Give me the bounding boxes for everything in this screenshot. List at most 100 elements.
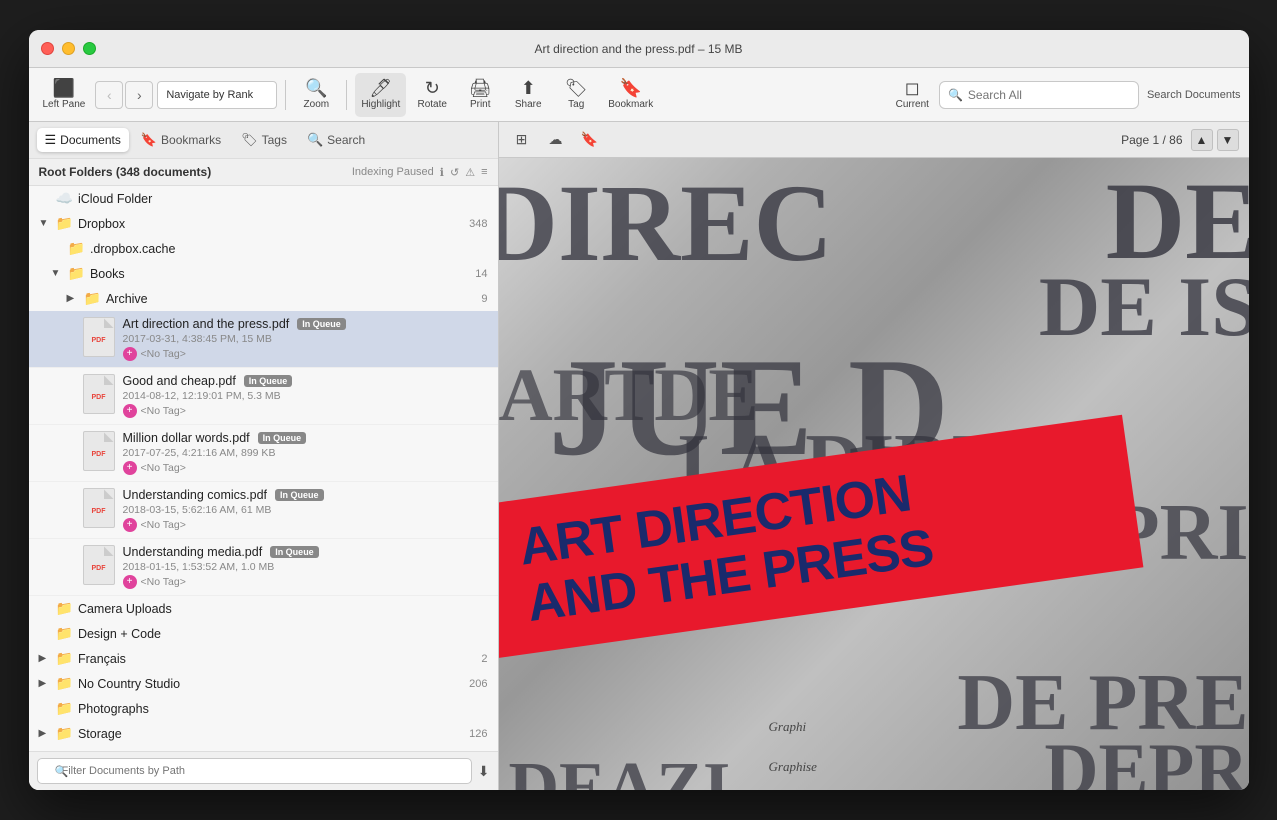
tags-tab-icon: 🏷 (241, 132, 258, 148)
tag-plus-icon-3[interactable]: + (123, 461, 137, 475)
bookmark-label: Bookmark (608, 99, 653, 110)
filter-funnel-icon[interactable]: ⬇ (478, 763, 490, 780)
sidebar-content: ☁️ iCloud Folder ▼ 📁 Dropbox 348 📁 .drop… (29, 186, 498, 751)
main-toolbar: ⬛ Left Pane ‹ › Navigate by Rank 🔍 Zoom … (29, 68, 1249, 122)
doc-understandingcomics-badge: In Queue (275, 489, 324, 501)
tag-plus-icon-5[interactable]: + (123, 575, 137, 589)
sidebar-item-dropbox-cache[interactable]: 📁 .dropbox.cache (29, 236, 498, 261)
pdf-next-page[interactable]: ▼ (1217, 129, 1239, 151)
nocountry-count: 206 (469, 678, 487, 690)
doc-goodcheap-tag-label: <No Tag> (141, 405, 186, 417)
tag-plus-icon[interactable]: + (123, 347, 137, 361)
tab-bookmarks[interactable]: 🔖 Bookmarks (133, 128, 229, 152)
search-container: 🔍 (939, 81, 1139, 109)
tag-plus-icon-4[interactable]: + (123, 518, 137, 532)
doc-thumb-fold-4 (104, 489, 114, 499)
print-label: Print (470, 99, 491, 110)
doc-goodcheap[interactable]: PDF Good and cheap.pdf In Queue 2014-08-… (29, 368, 498, 425)
sidebar-item-design-code[interactable]: 📁 Design + Code (29, 621, 498, 646)
back-button[interactable]: ‹ (95, 81, 123, 109)
francais-chevron: ▶ (39, 653, 51, 664)
left-pane-icon: ⬛ (53, 79, 75, 97)
doc-understandingmedia-tag-label: <No Tag> (141, 576, 186, 588)
doc-milliondollar[interactable]: PDF Million dollar words.pdf In Queue 20… (29, 425, 498, 482)
highlight-button[interactable]: 🖊 Highlight (355, 73, 406, 117)
camera-uploads-icon: 📁 (56, 600, 73, 617)
current-button[interactable]: ◻ Current (890, 73, 935, 117)
doc-understandingmedia-info: Understanding media.pdf In Queue 2018-01… (123, 545, 488, 589)
folder-header: Root Folders (348 documents) Indexing Pa… (29, 159, 498, 186)
sidebar-tabs: ☰ Documents 🔖 Bookmarks 🏷 Tags 🔍 Search (29, 122, 498, 159)
nocountry-icon: 📁 (56, 675, 73, 692)
sidebar-item-books[interactable]: ▼ 📁 Books 14 (29, 261, 498, 286)
dropbox-cache-label: .dropbox.cache (90, 242, 488, 256)
doc-milliondollar-tag: + <No Tag> (123, 461, 488, 475)
doc-understandingcomics-info: Understanding comics.pdf In Queue 2018-0… (123, 488, 488, 532)
refresh-icon[interactable]: ↺ (450, 166, 459, 179)
minimize-button[interactable] (62, 42, 75, 55)
design-code-label: Design + Code (78, 627, 488, 641)
doc-understandingmedia[interactable]: PDF Understanding media.pdf In Queue 201… (29, 539, 498, 596)
info-icon[interactable]: ℹ (440, 166, 444, 179)
bg-text-direc: DIREC (499, 168, 834, 278)
indexing-status: Indexing Paused (352, 166, 434, 178)
rotate-button[interactable]: ↻ Rotate (410, 73, 454, 117)
doc-artdirection-info: Art direction and the press.pdf In Queue… (123, 317, 488, 361)
share-button[interactable]: ⬆ Share (506, 73, 550, 117)
sidebar-item-archive[interactable]: ▶ 📁 Archive 9 (29, 286, 498, 311)
sidebar-bottom: 🔍 ⬇ (29, 751, 498, 790)
tab-documents[interactable]: ☰ Documents (37, 128, 129, 152)
doc-goodcheap-badge: In Queue (244, 375, 293, 387)
zoom-button[interactable]: 🔍 Zoom (294, 73, 338, 117)
doc-goodcheap-thumb: PDF (83, 374, 115, 414)
navigate-breadcrumb: Navigate by Rank (157, 81, 277, 109)
doc-milliondollar-info: Million dollar words.pdf In Queue 2017-0… (123, 431, 488, 475)
filter-input[interactable] (37, 758, 472, 784)
menu-icon[interactable]: ≡ (481, 166, 487, 178)
tab-search[interactable]: 🔍 Search (299, 128, 373, 152)
pdf-grid-icon[interactable]: ⊞ (509, 127, 535, 153)
doc-goodcheap-tag: + <No Tag> (123, 404, 488, 418)
sidebar-item-dropbox[interactable]: ▼ 📁 Dropbox 348 (29, 211, 498, 236)
close-button[interactable] (41, 42, 54, 55)
sidebar: ☰ Documents 🔖 Bookmarks 🏷 Tags 🔍 Search (29, 122, 499, 790)
sidebar-item-icloud[interactable]: ☁️ iCloud Folder (29, 186, 498, 211)
maximize-button[interactable] (83, 42, 96, 55)
tab-documents-label: Documents (60, 133, 121, 147)
sidebar-item-camera-uploads[interactable]: 📁 Camera Uploads (29, 596, 498, 621)
pdf-prev-page[interactable]: ▲ (1191, 129, 1213, 151)
documents-tab-icon: ☰ (45, 132, 57, 148)
divider-2 (346, 80, 347, 110)
bookmark-button[interactable]: 🔖 Bookmark (602, 73, 659, 117)
doc-artdirection-thumb: PDF (83, 317, 115, 357)
pdf-cloud-icon[interactable]: ☁ (543, 127, 569, 153)
search-icon: 🔍 (948, 88, 963, 102)
nocountry-chevron: ▶ (39, 678, 51, 689)
bookmark-icon: 🔖 (620, 79, 642, 97)
doc-artdirection[interactable]: PDF Art direction and the press.pdf In Q… (29, 311, 498, 368)
sidebar-item-nocountry[interactable]: ▶ 📁 No Country Studio 206 (29, 671, 498, 696)
doc-goodcheap-title: Good and cheap.pdf (123, 374, 236, 388)
forward-button[interactable]: › (125, 81, 153, 109)
doc-understandingcomics[interactable]: PDF Understanding comics.pdf In Queue 20… (29, 482, 498, 539)
sidebar-item-storage[interactable]: ▶ 📁 Storage 126 (29, 721, 498, 746)
doc-understandingmedia-thumb: PDF (83, 545, 115, 585)
footer-text-2: Graphise (769, 759, 817, 775)
search-input[interactable] (968, 88, 1130, 102)
doc-milliondollar-title-row: Million dollar words.pdf In Queue (123, 431, 488, 445)
tag-plus-icon-2[interactable]: + (123, 404, 137, 418)
print-button[interactable]: 🖨 Print (458, 73, 502, 117)
sidebar-item-photographs[interactable]: 📁 Photographs (29, 696, 498, 721)
storage-chevron: ▶ (39, 728, 51, 739)
dropbox-cache-icon: 📁 (68, 240, 85, 257)
left-pane-button[interactable]: ⬛ Left Pane (37, 73, 92, 117)
tag-button[interactable]: 🏷 Tag (554, 73, 598, 117)
storage-icon: 📁 (56, 725, 73, 742)
tab-tags[interactable]: 🏷 Tags (233, 128, 295, 152)
bookmarks-tab-icon: 🔖 (141, 132, 157, 148)
doc-milliondollar-thumb: PDF (83, 431, 115, 471)
doc-artdirection-badge: In Queue (297, 318, 346, 330)
doc-artdirection-title: Art direction and the press.pdf (123, 317, 290, 331)
pdf-bookmark-nav-icon[interactable]: 🔖 (577, 127, 603, 153)
sidebar-item-francais[interactable]: ▶ 📁 Français 2 (29, 646, 498, 671)
